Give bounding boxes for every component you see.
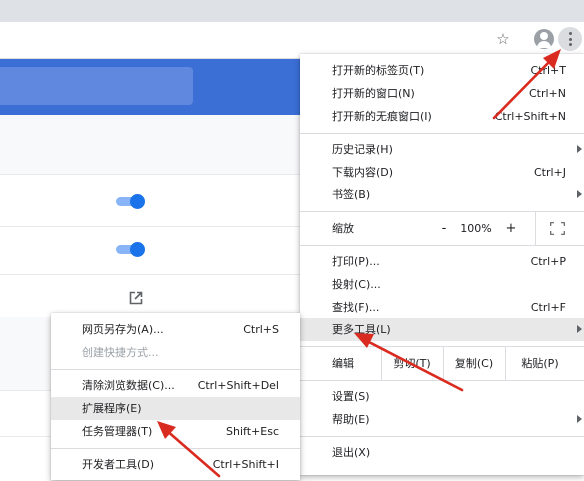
- menu-separator: [300, 436, 584, 437]
- submenu-item-clear-data[interactable]: 清除浏览数据(C)... Ctrl+Shift+Del: [51, 374, 300, 397]
- zoom-divider: [535, 212, 536, 245]
- menu-item-settings[interactable]: 设置(S): [300, 385, 584, 408]
- menu-item-shortcut: Ctrl+J: [533, 166, 566, 179]
- menu-item-label: 查找(F)...: [332, 301, 380, 314]
- chrome-main-menu: 打开新的标签页(T) Ctrl+T 打开新的窗口(N) Ctrl+N 打开新的无…: [300, 54, 584, 475]
- menu-item-label: 帮助(E): [332, 413, 370, 426]
- menu-item-label: 扩展程序(E): [82, 402, 142, 415]
- menu-item-label: 退出(X): [332, 446, 371, 459]
- copy-button[interactable]: 复制(C): [446, 347, 502, 380]
- menu-item-label: 设置(S): [332, 390, 370, 403]
- submenu-item-save-page[interactable]: 网页另存为(A)... Ctrl+S: [51, 318, 300, 341]
- edit-divider: [443, 347, 444, 380]
- edit-divider: [381, 347, 382, 380]
- menu-item-label: 投射(C)...: [332, 278, 381, 291]
- menu-item-new-tab[interactable]: 打开新的标签页(T) Ctrl+T: [300, 59, 584, 82]
- menu-separator: [51, 369, 300, 370]
- toggle-knob: [130, 242, 145, 257]
- submenu-item-dev-tools[interactable]: 开发者工具(D) Ctrl+Shift+I: [51, 453, 300, 476]
- submenu-arrow-icon: [577, 415, 582, 423]
- zoom-label: 缩放: [332, 222, 354, 235]
- setting-toggle[interactable]: [116, 242, 146, 257]
- menu-item-history[interactable]: 历史记录(H): [300, 138, 584, 161]
- menu-item-label: 网页另存为(A)...: [82, 323, 164, 336]
- menu-separator: [300, 133, 584, 134]
- menu-item-bookmarks[interactable]: 书签(B): [300, 183, 584, 206]
- edit-label: 编辑: [332, 357, 354, 370]
- menu-item-label: 历史记录(H): [332, 143, 393, 156]
- menu-item-label: 创建快捷方式...: [82, 346, 159, 359]
- menu-dot: [568, 37, 572, 41]
- submenu-item-create-shortcut: 创建快捷方式...: [51, 341, 300, 364]
- submenu-item-task-manager[interactable]: 任务管理器(T) Shift+Esc: [51, 420, 300, 443]
- menu-item-shortcut: Ctrl+N: [528, 87, 566, 100]
- menu-item-downloads[interactable]: 下载内容(D) Ctrl+J: [300, 161, 584, 184]
- menu-item-label: 下载内容(D): [332, 166, 394, 179]
- setting-toggle[interactable]: [116, 194, 146, 209]
- menu-item-label: 清除浏览数据(C)...: [82, 379, 175, 392]
- menu-dot: [568, 43, 572, 46]
- bookmark-star-icon[interactable]: ☆: [494, 30, 512, 48]
- menu-item-new-incognito[interactable]: 打开新的无痕窗口(I) Ctrl+Shift+N: [300, 105, 584, 128]
- menu-item-label: 任务管理器(T): [82, 425, 153, 438]
- submenu-item-extensions[interactable]: 扩展程序(E): [51, 397, 300, 420]
- fullscreen-icon[interactable]: [550, 222, 565, 235]
- menu-item-new-window[interactable]: 打开新的窗口(N) Ctrl+N: [300, 82, 584, 105]
- menu-zoom-row: 缩放 - 100% +: [300, 212, 584, 245]
- menu-item-label: 打开新的标签页(T): [332, 64, 425, 77]
- menu-item-label: 打印(P)...: [332, 255, 380, 268]
- menu-item-shortcut: Ctrl+P: [530, 255, 566, 268]
- header-search-field[interactable]: [0, 67, 193, 105]
- card-divider: [0, 274, 300, 275]
- menu-item-find[interactable]: 查找(F)... Ctrl+F: [300, 296, 584, 319]
- menu-item-cast[interactable]: 投射(C)...: [300, 273, 584, 296]
- menu-dot: [568, 32, 572, 35]
- menu-item-print[interactable]: 打印(P)... Ctrl+P: [300, 250, 584, 273]
- paste-button[interactable]: 粘贴(P): [512, 347, 568, 380]
- menu-item-label: 打开新的窗口(N): [332, 87, 415, 100]
- menu-item-label: 打开新的无痕窗口(I): [332, 110, 432, 123]
- menu-item-shortcut: Ctrl+F: [530, 301, 566, 314]
- card-divider: [0, 174, 300, 175]
- menu-item-shortcut: Shift+Esc: [226, 425, 279, 438]
- menu-separator: [300, 380, 584, 381]
- cut-button[interactable]: 剪切(T): [384, 347, 440, 380]
- avatar-head: [540, 32, 548, 40]
- title-bar: [0, 0, 584, 22]
- toggle-knob: [130, 194, 145, 209]
- avatar-body: [537, 41, 551, 48]
- menu-item-shortcut: Ctrl+Shift+I: [212, 458, 279, 471]
- more-vert-icon[interactable]: [558, 27, 582, 51]
- menu-item-label: 书签(B): [332, 188, 371, 201]
- more-tools-submenu: 网页另存为(A)... Ctrl+S 创建快捷方式... 清除浏览数据(C)..…: [51, 313, 300, 480]
- card-divider: [0, 226, 300, 227]
- zoom-level: 100%: [460, 222, 492, 235]
- menu-item-exit[interactable]: 退出(X): [300, 441, 584, 464]
- menu-item-help[interactable]: 帮助(E): [300, 408, 584, 431]
- menu-item-label: 更多工具(L): [332, 323, 391, 336]
- edit-divider: [505, 347, 506, 380]
- submenu-arrow-icon: [577, 190, 582, 198]
- menu-edit-row: 编辑 剪切(T) 复制(C) 粘贴(P): [300, 347, 584, 380]
- zoom-out-button[interactable]: -: [434, 212, 454, 245]
- menu-item-shortcut: Ctrl+Shift+N: [494, 110, 566, 123]
- avatar-icon[interactable]: [534, 29, 554, 49]
- zoom-in-button[interactable]: +: [501, 212, 521, 245]
- menu-item-shortcut: Ctrl+S: [243, 323, 279, 336]
- menu-separator: [51, 448, 300, 449]
- open-external-icon[interactable]: [129, 291, 143, 305]
- submenu-arrow-icon: [577, 325, 582, 333]
- menu-separator: [300, 245, 584, 246]
- menu-item-shortcut: Ctrl+T: [530, 64, 566, 77]
- menu-item-more-tools[interactable]: 更多工具(L): [300, 318, 584, 341]
- menu-item-shortcut: Ctrl+Shift+Del: [197, 379, 279, 392]
- submenu-arrow-icon: [577, 145, 582, 153]
- menu-item-label: 开发者工具(D): [82, 458, 155, 471]
